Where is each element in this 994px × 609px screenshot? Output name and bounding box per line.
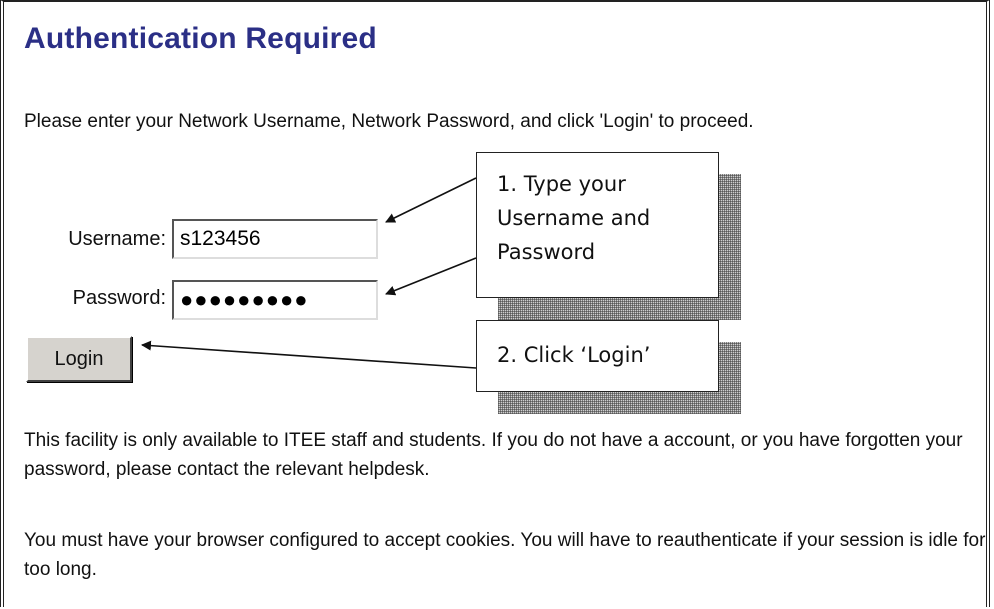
login-button[interactable]: Login [26, 336, 132, 382]
username-label: Username: [68, 228, 166, 250]
callout-step-2: 2. Click ‘Login’ [476, 320, 719, 392]
password-label: Password: [72, 287, 166, 309]
callout-text: 2. Click ‘Login’ [497, 343, 651, 367]
callout-line: 1. Type your [497, 172, 626, 196]
callout-line: Password [497, 240, 596, 264]
callout-line: Username and [497, 206, 651, 230]
intro-text: Please enter your Network Username, Netw… [24, 111, 754, 132]
password-input[interactable] [172, 280, 378, 320]
page-title: Authentication Required [24, 22, 377, 55]
access-note: This facility is only available to ITEE … [24, 430, 963, 480]
callout-step-1: 1. Type your Username and Password [476, 152, 719, 298]
username-input[interactable] [172, 219, 378, 259]
cookies-note: You must have your browser configured to… [24, 530, 986, 580]
